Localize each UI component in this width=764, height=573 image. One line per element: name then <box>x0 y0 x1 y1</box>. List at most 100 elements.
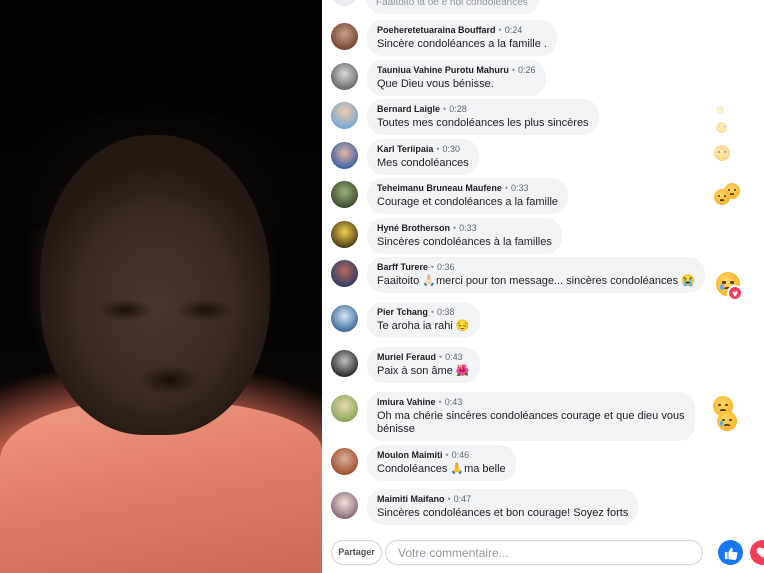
partial-comment: Faaitoito ia oe e hoi condoléances <box>366 0 540 14</box>
comment-meta: Barff Turere • 0:36 <box>377 261 695 273</box>
avatar[interactable] <box>331 448 358 475</box>
comment-item: Poeheretetuaraina Bouffard • 0:24 Sincère c… <box>331 20 557 56</box>
comment-timestamp[interactable]: 0:30 <box>443 144 461 154</box>
comment-author[interactable]: Moulon Maimiti <box>377 450 443 460</box>
separator-dot: • <box>498 25 502 35</box>
comment-timestamp[interactable]: 0:26 <box>518 65 536 75</box>
avatar[interactable] <box>331 221 358 248</box>
separator-dot: • <box>504 183 509 193</box>
comment-bubble: Imiura Vahine • 0:43 Oh ma chérie sincères … <box>367 392 695 441</box>
avatar[interactable] <box>331 395 358 422</box>
separator-dot: • <box>453 223 457 233</box>
comment-item: Moulon Maimiti • 0:46 Condoléances 🙏ma bell… <box>331 445 516 481</box>
comment-text: Oh ma chérie sincères condoléances coura… <box>377 410 685 435</box>
comment-text: Toutes mes condoléances les plus sincère… <box>377 117 589 129</box>
avatar[interactable] <box>331 492 358 519</box>
comment-text: Condoléances 🙏ma belle <box>377 463 506 475</box>
comment-bubble: Pier Tchang • 0:38 Te aroha ia rahi 😔 <box>367 302 480 338</box>
comment-meta: Hyné Brotherson • 0:33 <box>377 222 552 234</box>
comment-author[interactable]: Hyné Brotherson <box>377 223 450 233</box>
comment-meta: Teheimanu Bruneau Maufene • 0:33 <box>377 182 558 194</box>
comment-meta: Karl Teriipaia • 0:30 <box>377 143 469 155</box>
comment-author[interactable]: Imiura Vahine <box>377 397 436 407</box>
cry-reaction-icon <box>717 411 737 431</box>
comment-bubble: Tauniua Vahine Purotu Mahuru • 0:26 Que Die… <box>367 60 546 96</box>
comment-timestamp[interactable]: 0:24 <box>505 25 523 35</box>
comment-text: Paix à son âme 🌺 <box>377 365 470 377</box>
comment-item: Imiura Vahine • 0:43 Oh ma chérie sincères … <box>331 392 695 441</box>
comment-timestamp[interactable]: 0:43 <box>445 352 463 362</box>
thumbs-up-icon <box>724 547 738 560</box>
comment-author[interactable]: Poeheretetuaraina Bouffard <box>377 25 496 35</box>
avatar[interactable] <box>331 102 358 129</box>
avatar[interactable] <box>331 23 358 50</box>
live-video[interactable] <box>0 0 322 573</box>
separator-dot: • <box>438 397 442 407</box>
comment-author[interactable]: Maimiti Maifano <box>377 494 445 504</box>
sad-reaction-icon <box>714 189 730 205</box>
love-button[interactable] <box>750 540 764 565</box>
comment-item: Muriel Feraud • 0:43 Paix à son âme 🌺 <box>331 347 480 383</box>
comment-item: Barff Turere • 0:36 Faaitoito 🙏🏻merci pour … <box>331 257 705 293</box>
comment-bubble: Bernard Laigle • 0:28 Toutes mes condoléanc… <box>367 99 599 135</box>
comment-meta: Bernard Laigle • 0:28 <box>377 103 589 115</box>
comment-timestamp[interactable]: 0:36 <box>437 262 455 272</box>
comment-text: Sincères condoléances et bon courage! So… <box>377 507 629 519</box>
like-button[interactable] <box>718 540 743 565</box>
share-button[interactable]: Partager <box>331 540 382 565</box>
avatar[interactable] <box>331 63 358 90</box>
love-reaction-icon: ♥ <box>727 285 743 301</box>
comment-bubble: Hyné Brotherson • 0:33 Sincères condoléance… <box>367 218 562 254</box>
video-person-face <box>40 135 270 435</box>
avatar[interactable] <box>331 305 358 332</box>
avatar[interactable] <box>331 0 358 6</box>
comment-timestamp[interactable]: 0:38 <box>437 307 455 317</box>
comment-author[interactable]: Pier Tchang <box>377 307 428 317</box>
comment-author[interactable]: Tauniua Vahine Purotu Mahuru <box>377 65 509 75</box>
separator-dot: • <box>436 144 440 154</box>
comment-meta: Poeheretetuaraina Bouffard • 0:24 <box>377 24 547 36</box>
avatar[interactable] <box>331 142 358 169</box>
comment-timestamp[interactable]: 0:33 <box>459 223 477 233</box>
comment-bubble: Karl Teriipaia • 0:30 Mes condoléances <box>367 139 479 175</box>
comment-timestamp[interactable]: 0:28 <box>449 104 467 114</box>
comment-text: Que Dieu vous bénisse. <box>377 78 494 90</box>
comment-meta: Tauniua Vahine Purotu Mahuru • 0:26 <box>377 64 536 76</box>
comment-composer: Partager <box>322 531 764 573</box>
comment-author[interactable]: Karl Teriipaia <box>377 144 433 154</box>
comment-timestamp[interactable]: 0:47 <box>454 494 472 504</box>
comment-author[interactable]: Bernard Laigle <box>377 104 440 114</box>
avatar[interactable] <box>331 350 358 377</box>
avatar[interactable] <box>331 181 358 208</box>
comment-text: Mes condoléances <box>377 157 469 169</box>
comment-bubble: Moulon Maimiti • 0:46 Condoléances 🙏ma bell… <box>367 445 516 481</box>
comment-item: Bernard Laigle • 0:28 Toutes mes condoléanc… <box>331 99 599 135</box>
comment-timestamp[interactable]: 0:43 <box>445 397 463 407</box>
comments-panel[interactable]: Faaitoito ia oe e hoi condoléances Poehe… <box>322 0 764 573</box>
comment-item: Karl Teriipaia • 0:30 Mes condoléances <box>331 139 479 175</box>
separator-dot: • <box>430 307 435 317</box>
sad-reaction-icon <box>714 145 730 161</box>
comment-meta: Muriel Feraud • 0:43 <box>377 351 470 363</box>
separator-dot: • <box>430 262 435 272</box>
separator-dot: • <box>443 104 447 114</box>
comment-bubble: Muriel Feraud • 0:43 Paix à son âme 🌺 <box>367 347 480 383</box>
separator-dot: • <box>445 450 449 460</box>
comment-item: Hyné Brotherson • 0:33 Sincères condoléance… <box>331 218 562 254</box>
comment-author[interactable]: Barff Turere <box>377 262 428 272</box>
comment-author[interactable]: Teheimanu Bruneau Maufene <box>377 183 502 193</box>
comment-text: Courage et condoléances a la famille <box>377 196 559 208</box>
avatar[interactable] <box>331 260 358 287</box>
comment-text: Faaitoito 🙏🏻merci pour ton message... si… <box>377 275 695 287</box>
comment-input[interactable] <box>385 540 703 565</box>
comment-timestamp[interactable]: 0:33 <box>511 183 529 193</box>
sad-reaction-icon <box>716 122 727 133</box>
comment-meta: Pier Tchang • 0:38 <box>377 306 470 318</box>
comment-meta: Moulon Maimiti • 0:46 <box>377 449 506 461</box>
comment-timestamp[interactable]: 0:46 <box>452 450 470 460</box>
heart-icon <box>756 547 764 558</box>
comment-text: Te aroha ia rahi 😔 <box>377 320 470 332</box>
comment-bubble: Maimiti Maifano • 0:47 Sincères condoléance… <box>367 489 639 525</box>
comment-author[interactable]: Muriel Feraud <box>377 352 436 362</box>
comment-text: Sincères condoléances à la familles <box>377 236 552 248</box>
